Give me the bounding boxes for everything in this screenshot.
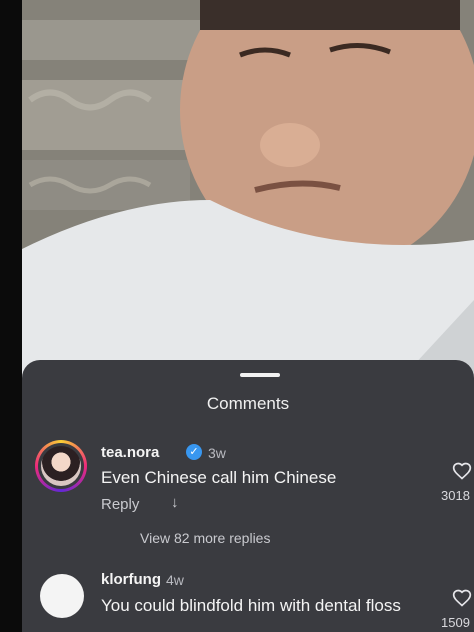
comment-time: 4w xyxy=(166,572,184,588)
view-more-replies[interactable]: View 82 more replies xyxy=(140,530,270,546)
sheet-title: Comments xyxy=(206,394,290,413)
translate-arrow-icon[interactable]: ↓ xyxy=(171,494,179,511)
comment-time: 3w xyxy=(208,445,226,461)
left-edge-strip xyxy=(0,0,22,632)
like-heart-icon[interactable] xyxy=(452,461,472,481)
avatar-photo xyxy=(41,446,81,486)
comment-text: You could blindfold him with dental flos… xyxy=(101,596,401,615)
avatar-klorfung[interactable] xyxy=(40,574,84,618)
verified-badge-icon: ✓ xyxy=(186,444,202,460)
like-count: 3018 xyxy=(441,488,470,503)
comments-sheet: Comments tea.nora ✓ 3w Even Chinese call… xyxy=(22,360,474,632)
avatar-tea-nora[interactable] xyxy=(35,440,87,492)
comment-text: Even Chinese call him Chinese xyxy=(101,468,337,487)
video-frame[interactable] xyxy=(0,0,474,380)
like-heart-icon[interactable] xyxy=(452,588,472,608)
like-count: 1509 xyxy=(441,615,470,630)
reply-button[interactable]: Reply xyxy=(101,496,139,513)
video-image xyxy=(0,0,474,380)
drag-handle[interactable] xyxy=(240,373,280,377)
avatar-ring-inner xyxy=(38,443,84,489)
comment-username[interactable]: klorfung xyxy=(101,571,161,588)
comment-username[interactable]: tea.nora xyxy=(101,444,159,461)
